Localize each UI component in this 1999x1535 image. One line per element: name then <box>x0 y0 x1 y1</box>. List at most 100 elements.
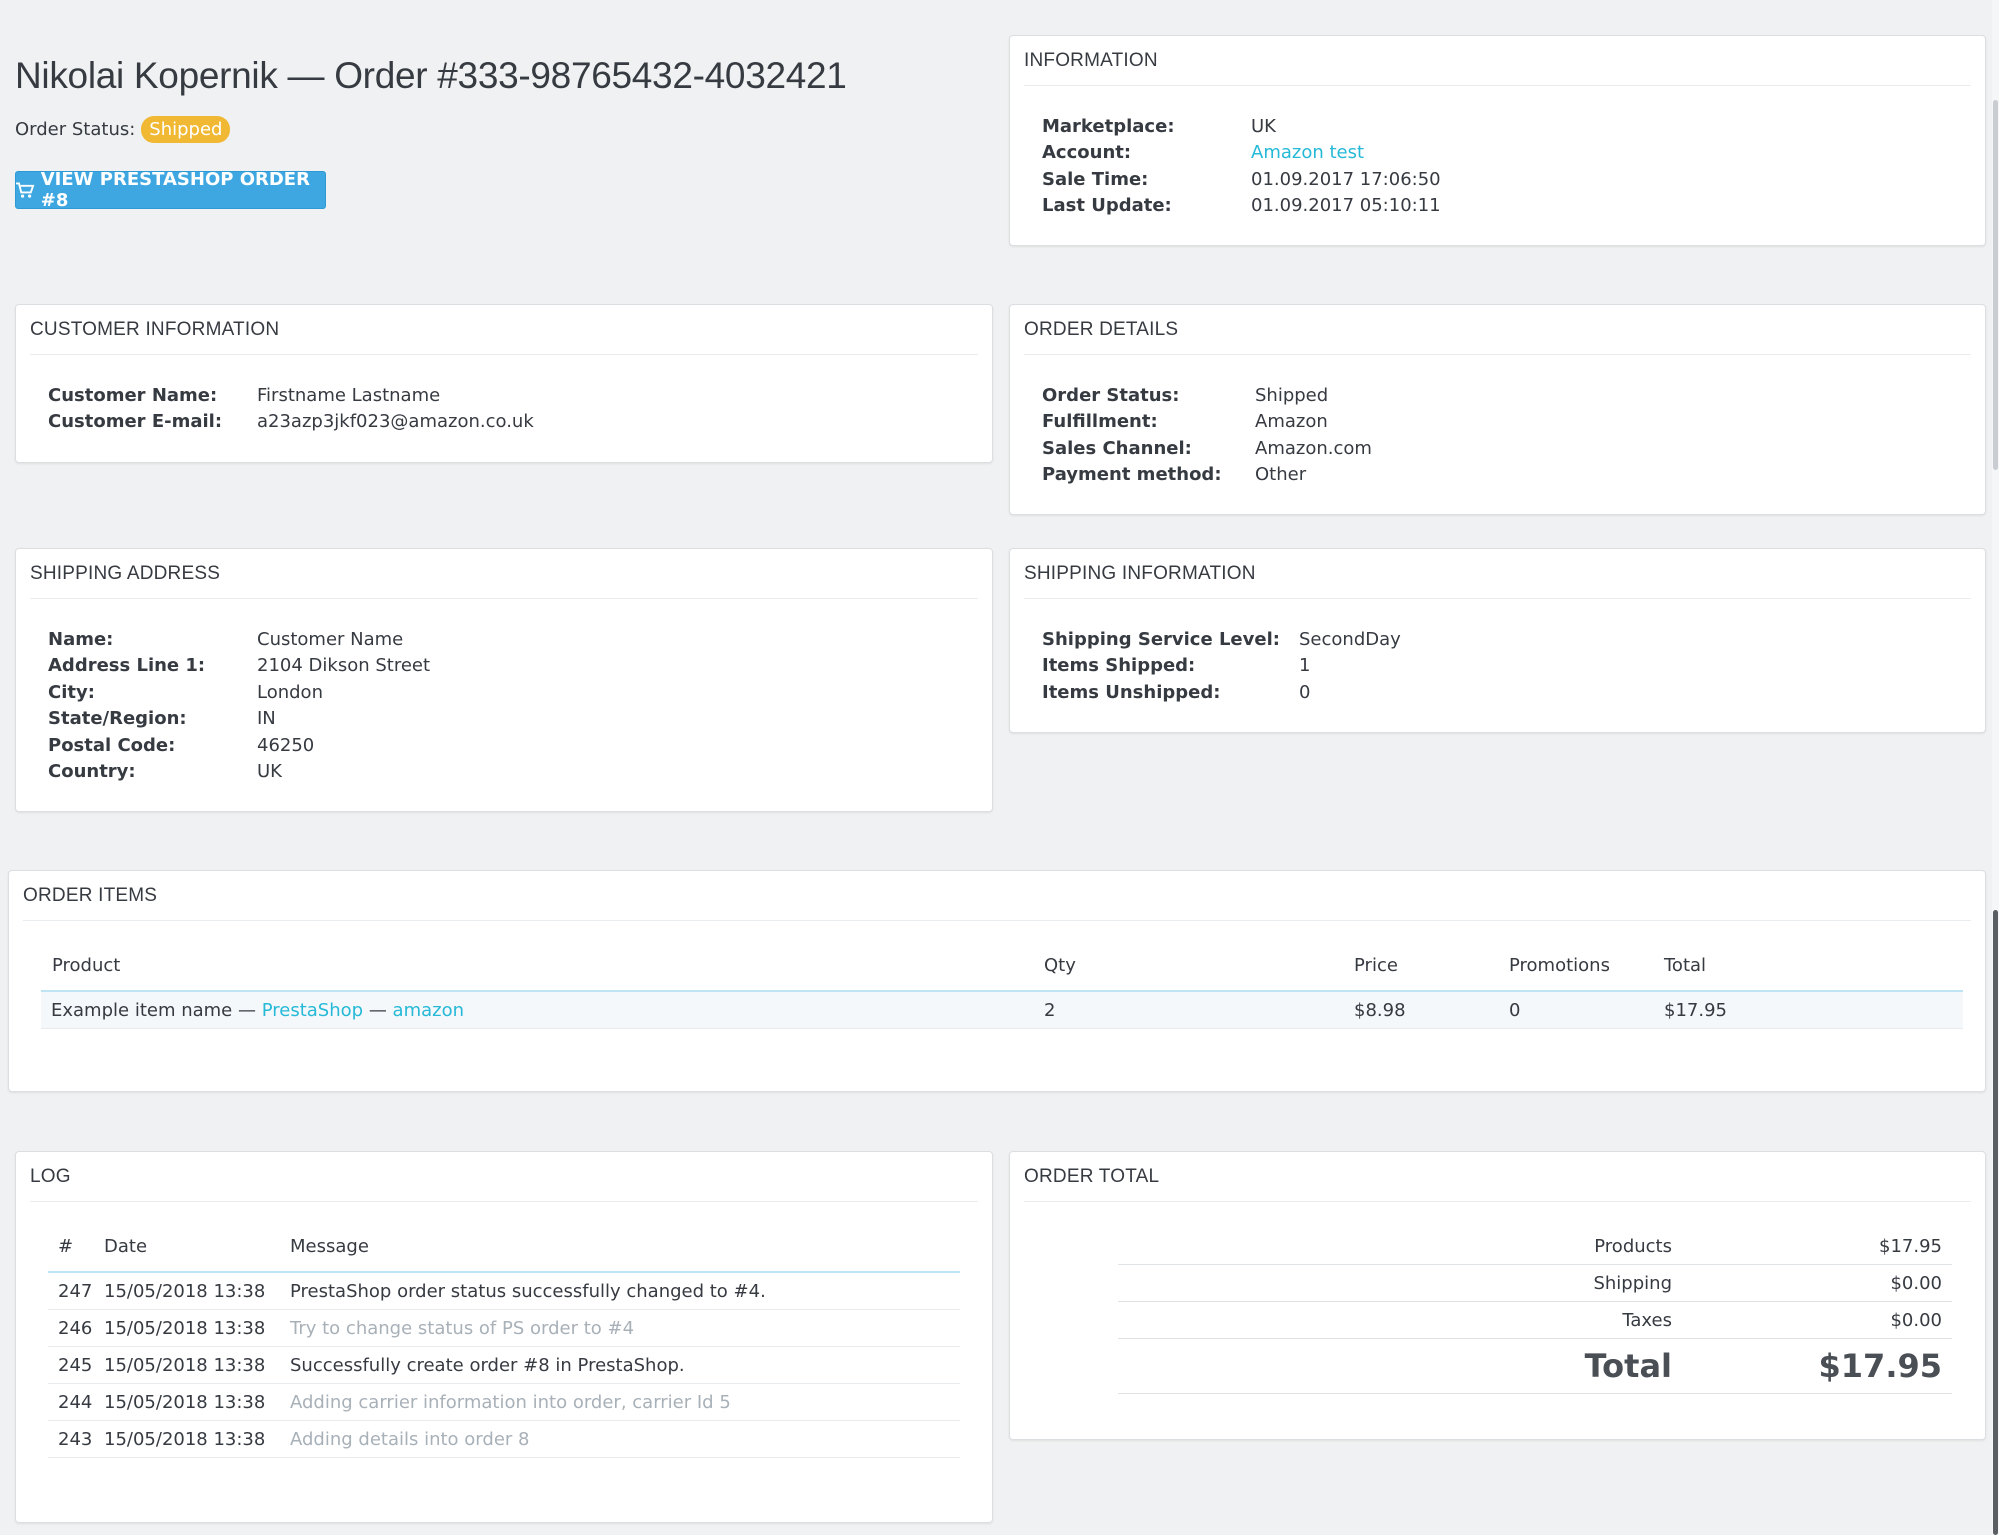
customer-row-email: Customer E-mail: a23azp3jkf023@amazon.co… <box>48 409 534 436</box>
address-row-city: City: London <box>48 679 430 706</box>
log-header-row: # Date Message <box>48 1221 960 1273</box>
status-badge: Shipped <box>141 116 231 143</box>
amazon-product-link[interactable]: amazon <box>393 1000 464 1021</box>
page-scrollbar[interactable] <box>1992 0 1999 1535</box>
shipping-information-table: Shipping Service Level: SecondDay Items … <box>1042 626 1401 706</box>
total-row-shipping: Shipping $0.00 <box>1118 1264 1952 1302</box>
shipinfo-row-items-unshipped: Items Unshipped: 0 <box>1042 679 1401 706</box>
shipinfo-key: Shipping Service Level: <box>1042 628 1280 650</box>
shipinfo-value: 1 <box>1299 655 1311 677</box>
info-row-sale-time: Sale Time: 01.09.2017 17:06:50 <box>1042 166 1441 193</box>
order-details-panel: ORDER DETAILS Order Status: Shipped Fulf… <box>1009 304 1986 515</box>
scrollbar-thumb[interactable] <box>1993 910 1998 1535</box>
shipping-address-heading: SHIPPING ADDRESS <box>30 549 978 599</box>
address-key: Postal Code: <box>48 734 176 756</box>
shipping-address-table: Name: Customer Name Address Line 1: 2104… <box>48 626 430 785</box>
shipinfo-key: Items Unshipped: <box>1042 681 1221 703</box>
customer-key: Customer E-mail: <box>48 411 223 433</box>
order-items-heading: ORDER ITEMS <box>23 871 1971 921</box>
address-row-state: State/Region: IN <box>48 706 430 733</box>
details-value: Amazon.com <box>1255 437 1372 459</box>
table-row: Example item name — PrestaShop — amazon … <box>41 991 1963 1029</box>
address-key: Address Line 1: <box>48 655 206 677</box>
log-date: 15/05/2018 13:38 <box>104 1272 290 1310</box>
details-row-status: Order Status: Shipped <box>1042 382 1372 409</box>
table-row: 247 15/05/2018 13:38 PrestaShop order st… <box>48 1272 960 1310</box>
item-separator: — <box>368 999 387 1021</box>
shipping-address-panel: SHIPPING ADDRESS Name: Customer Name Add… <box>15 548 993 812</box>
log-id: 246 <box>48 1309 104 1347</box>
view-prestashop-order-label: VIEW PRESTASHOP ORDER #8 <box>40 169 310 211</box>
log-id: 244 <box>48 1383 104 1421</box>
grand-total-value: $17.95 <box>1682 1338 1952 1394</box>
column-header-price[interactable]: Price <box>1354 940 1509 992</box>
customer-information-heading: CUSTOMER INFORMATION <box>30 305 978 355</box>
info-value: 01.09.2017 17:06:50 <box>1251 168 1441 190</box>
details-row-fulfillment: Fulfillment: Amazon <box>1042 409 1372 436</box>
address-value: IN <box>257 708 276 730</box>
log-date: 15/05/2018 13:38 <box>104 1420 290 1458</box>
log-heading: LOG <box>30 1152 978 1202</box>
info-row-account: Account: Amazon test <box>1042 140 1441 167</box>
order-details-heading: ORDER DETAILS <box>1024 305 1971 355</box>
details-key: Fulfillment: <box>1042 411 1158 433</box>
information-panel: INFORMATION Marketplace: UK Account: Ama… <box>1009 35 1986 246</box>
item-promotions: 0 <box>1509 991 1664 1029</box>
table-row: 245 15/05/2018 13:38 Successfully create… <box>48 1346 960 1384</box>
order-total-heading: ORDER TOTAL <box>1024 1152 1971 1202</box>
address-key: Country: <box>48 761 136 783</box>
prestashop-product-link[interactable]: PrestaShop <box>262 1000 363 1021</box>
details-key: Payment method: <box>1042 464 1222 486</box>
details-key: Order Status: <box>1042 384 1180 406</box>
order-items-table: Product Qty Price Promotions Total Examp… <box>41 940 1963 1029</box>
order-total-panel: ORDER TOTAL Products $17.95 Shipping $0.… <box>1009 1151 1986 1440</box>
log-date: 15/05/2018 13:38 <box>104 1309 290 1347</box>
column-header-qty[interactable]: Qty <box>1044 940 1354 992</box>
log-message: Successfully create order #8 in PrestaSh… <box>290 1346 960 1384</box>
taxes-value: $0.00 <box>1682 1301 1952 1339</box>
item-name: Example item name <box>51 999 233 1021</box>
log-date: 15/05/2018 13:38 <box>104 1346 290 1384</box>
log-id: 245 <box>48 1346 104 1384</box>
order-items-panel: ORDER ITEMS Product Qty Price Promotions… <box>8 870 1986 1092</box>
view-prestashop-order-button[interactable]: VIEW PRESTASHOP ORDER #8 <box>15 169 326 211</box>
column-header-total[interactable]: Total <box>1664 940 1963 992</box>
order-total-table: Products $17.95 Shipping $0.00 Taxes $0.… <box>1118 1228 1952 1394</box>
shipinfo-value: 0 <box>1299 681 1311 703</box>
info-row-marketplace: Marketplace: UK <box>1042 113 1441 140</box>
address-key: State/Region: <box>48 708 187 730</box>
column-header-promotions[interactable]: Promotions <box>1509 940 1664 992</box>
account-link[interactable]: Amazon test <box>1251 142 1364 163</box>
address-value: UK <box>257 761 282 783</box>
scrollbar-thumb-upper[interactable] <box>1993 100 1998 470</box>
details-value: Shipped <box>1255 384 1329 406</box>
column-header-product[interactable]: Product <box>41 940 1044 992</box>
address-key: City: <box>48 681 95 703</box>
info-key: Account: <box>1042 142 1132 164</box>
address-row-name: Name: Customer Name <box>48 626 430 653</box>
shopping-cart-icon <box>16 182 35 198</box>
log-column-message[interactable]: Message <box>290 1221 960 1273</box>
info-key: Marketplace: <box>1042 115 1175 137</box>
shipping-value: $0.00 <box>1682 1264 1952 1302</box>
customer-value: a23azp3jkf023@amazon.co.uk <box>257 411 534 433</box>
table-row: 246 15/05/2018 13:38 Try to change statu… <box>48 1309 960 1347</box>
log-column-date[interactable]: Date <box>104 1221 290 1273</box>
log-message: Try to change status of PS order to #4 <box>290 1309 960 1347</box>
order-status-label: Order Status: <box>15 119 136 140</box>
address-key: Name: <box>48 628 114 650</box>
address-row-country: Country: UK <box>48 759 430 786</box>
details-row-payment-method: Payment method: Other <box>1042 462 1372 489</box>
address-value: Customer Name <box>257 628 404 650</box>
products-label: Products <box>1118 1228 1682 1265</box>
information-heading: INFORMATION <box>1024 36 1971 86</box>
address-value: 46250 <box>257 734 315 756</box>
log-id: 243 <box>48 1420 104 1458</box>
log-message: Adding carrier information into order, c… <box>290 1383 960 1421</box>
products-value: $17.95 <box>1682 1228 1952 1265</box>
log-column-id[interactable]: # <box>48 1221 104 1273</box>
order-details-table: Order Status: Shipped Fulfillment: Amazo… <box>1042 382 1372 488</box>
address-row-postal-code: Postal Code: 46250 <box>48 732 430 759</box>
shipinfo-row-items-shipped: Items Shipped: 1 <box>1042 653 1401 680</box>
customer-value: Firstname Lastname <box>257 384 441 406</box>
